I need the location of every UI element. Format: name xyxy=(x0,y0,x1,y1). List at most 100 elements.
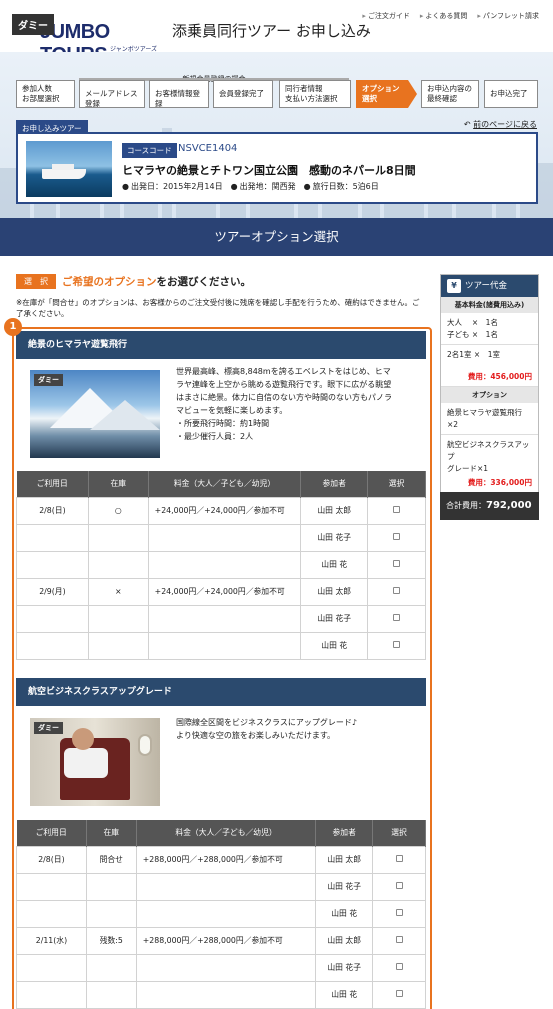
desc-line: ラヤ連峰を上空から眺める遊覧飛行です。眼下に広がる眺望 xyxy=(176,380,392,389)
link-faq[interactable]: よくある質問 xyxy=(420,11,467,21)
back-arrow-icon: ↶ xyxy=(463,120,471,129)
option-description-business-class: 国際線全区間をビジネスクラスにアップグレード♪ より快適な空の旅をお楽しみいただ… xyxy=(176,716,426,742)
total-price: 合計費用：792,000円 xyxy=(440,492,539,539)
inventory-notice: ※在庫が「問合せ」のオプションは、お客様からのご注文受付後に残席を確認し手配を行… xyxy=(16,298,420,318)
desc-line: より快適な空の旅をお楽しみいただけます。 xyxy=(176,731,336,740)
departure-date: 出発日：2015年2月14日 xyxy=(122,181,223,192)
select-cell xyxy=(372,872,426,901)
select-cell xyxy=(372,926,426,955)
link-order-guide[interactable]: ご注文ガイド xyxy=(362,11,410,21)
select-checkbox[interactable] xyxy=(393,560,401,567)
desc-line: マビューを気軽に楽しめます。 xyxy=(176,406,288,415)
course-code: NSVCE1404 xyxy=(178,143,238,154)
date-cell: 2/9(月) xyxy=(16,577,89,606)
step-label: 同行者情報 xyxy=(285,84,323,93)
stock-cell xyxy=(87,550,149,579)
participant-cell: 山田 花 xyxy=(315,899,374,928)
progress-band: 新規会員登録の場合 参加人数 お部屋選択 メールアドレス登録 お客様情報登録 会… xyxy=(0,52,553,218)
select-cell xyxy=(367,604,426,633)
participant-cell: 山田 花子 xyxy=(300,523,369,552)
option-label: オプション xyxy=(441,387,538,403)
col-date: ご利用日 xyxy=(16,471,89,497)
back-link-label: 前のページに戻る xyxy=(473,120,537,129)
participant-cell: 山田 花 xyxy=(315,980,374,1009)
select-checkbox[interactable] xyxy=(393,533,401,540)
date-cell xyxy=(16,550,89,579)
price-cell xyxy=(147,604,302,633)
back-link[interactable]: ↶ 前のページに戻る xyxy=(464,119,537,130)
step-label: 支払い方法選択 xyxy=(285,94,338,103)
col-date: ご利用日 xyxy=(16,820,87,846)
table-row: 山田 花子 xyxy=(16,953,426,982)
select-title-rest: をお選びください。 xyxy=(156,276,252,288)
table-row: 2/8(日) ○ +24,000円／+24,000円／参加不可 山田 太郎 xyxy=(16,496,426,525)
site-logo[interactable]: JUMBO TOURS ダミー ジャンボツアーズ xyxy=(12,14,162,66)
option-description-himalaya: 世界最高峰、標高8,848mを誇るエベレストをはじめ、ヒマ ラヤ連峰を上空から眺… xyxy=(176,365,426,443)
departure-origin: 出発地：関西発 xyxy=(231,181,296,192)
select-checkbox[interactable] xyxy=(393,614,401,621)
room-count: 2名1室 × 1室 xyxy=(441,344,538,361)
date-cell xyxy=(16,899,87,928)
select-checkbox[interactable] xyxy=(393,506,401,513)
option1-name: 絶景ヒマラヤ遊覧飛行 xyxy=(447,408,522,417)
price-cell xyxy=(147,631,302,660)
select-checkbox[interactable] xyxy=(393,641,401,648)
date-cell xyxy=(16,980,87,1009)
price-cell xyxy=(135,980,317,1009)
select-checkbox[interactable] xyxy=(395,855,403,862)
col-select: 選択 xyxy=(372,820,426,846)
select-title: ご希望のオプションをお選びください。 xyxy=(62,274,251,289)
adults-count: 大人 × 1名 xyxy=(447,318,498,327)
select-checkbox[interactable] xyxy=(393,587,401,594)
step-complete: お申込完了 xyxy=(484,80,538,108)
select-cell xyxy=(367,550,426,579)
step-member-complete: 会員登録完了 xyxy=(213,80,273,108)
date-cell xyxy=(16,631,89,660)
col-stock: 在庫 xyxy=(86,820,137,846)
price-cell xyxy=(147,523,302,552)
table-row: 山田 花子 xyxy=(16,523,426,552)
price-cell: +288,000円／+288,000円／参加不可 xyxy=(135,845,317,874)
col-stock: 在庫 xyxy=(88,471,149,497)
stock-cell xyxy=(85,953,137,982)
utility-links: ご注文ガイド よくある質問 パンフレット請求 xyxy=(362,11,539,21)
option2-qty: グレード×1 xyxy=(447,464,489,473)
select-checkbox[interactable] xyxy=(395,909,403,916)
option1-qty: ×2 xyxy=(447,420,459,429)
yen-icon: ¥ xyxy=(447,279,461,293)
date-cell: 2/8(日) xyxy=(16,496,89,525)
participant-cell: 山田 太郎 xyxy=(300,577,369,606)
step-label: お客様情報登録 xyxy=(155,89,200,108)
select-cell xyxy=(372,845,426,874)
price-sidebar: ¥ ツアー代金 基本料金(諸費用込み) 大人 × 1名 子ども × 1名 2名1… xyxy=(440,274,539,520)
participant-cell: 山田 花子 xyxy=(300,604,369,633)
stock-cell: ○ xyxy=(87,496,149,525)
select-cell xyxy=(367,577,426,606)
price-cell: +24,000円／+24,000円／参加不可 xyxy=(147,496,302,525)
price-cell: +288,000円／+288,000円／参加不可 xyxy=(135,926,317,955)
select-checkbox[interactable] xyxy=(395,963,403,970)
step-email: メールアドレス登録 xyxy=(79,80,145,108)
select-checkbox[interactable] xyxy=(395,936,403,943)
travel-days: 旅行日数：5泊6日 xyxy=(304,181,379,192)
date-cell: 2/11(水) xyxy=(16,926,87,955)
step-customer-info: お客様情報登録 xyxy=(149,80,209,108)
select-cell xyxy=(367,631,426,660)
page-title: 添乗員同行ツアー お申し込み xyxy=(172,22,371,40)
link-brochure[interactable]: パンフレット請求 xyxy=(477,11,539,21)
select-checkbox[interactable] xyxy=(395,990,403,997)
date-cell: 2/8(日) xyxy=(16,845,87,874)
option-price: 費用：336,000円 xyxy=(467,478,532,487)
step-people-room: 参加人数 お部屋選択 xyxy=(16,80,75,108)
participant-cell: 山田 花子 xyxy=(315,872,374,901)
col-participant: 参加者 xyxy=(315,820,374,846)
participant-cell: 山田 花子 xyxy=(315,953,374,982)
tour-meta: 出発日：2015年2月14日 出発地：関西発 旅行日数：5泊6日 xyxy=(122,181,379,192)
cruise-ship-photo xyxy=(26,141,112,197)
participant-cell: 山田 花 xyxy=(300,550,369,579)
table-row: 2/8(日) 問合せ +288,000円／+288,000円／参加不可 山田 太郎 xyxy=(16,845,426,874)
select-checkbox[interactable] xyxy=(395,882,403,889)
step-label: 会員登録完了 xyxy=(219,89,264,98)
desc-line: 国際線全区間をビジネスクラスにアップグレード♪ xyxy=(176,718,357,727)
step-label: オプション xyxy=(362,84,400,93)
